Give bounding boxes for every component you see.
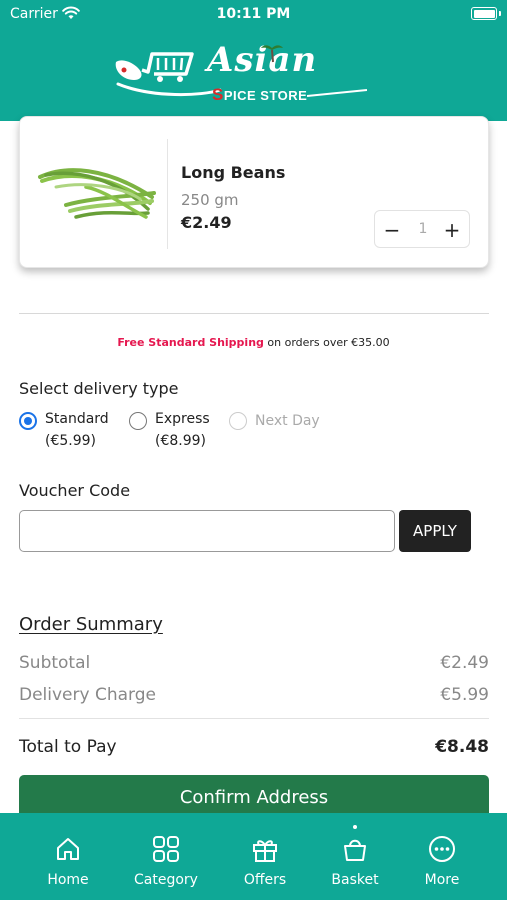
total-label: Total to Pay [19, 737, 117, 757]
summary-divider [19, 718, 489, 719]
radio-express[interactable] [129, 412, 147, 430]
increase-quantity-button[interactable]: + [442, 218, 462, 242]
total-value: €8.48 [435, 737, 489, 757]
more-icon [429, 836, 455, 862]
free-shipping-note: Free Standard Shipping on orders over €3… [0, 336, 507, 349]
status-time: 10:11 PM [216, 6, 291, 22]
voucher-code-title: Voucher Code [19, 481, 131, 500]
subtotal-label: Subtotal [19, 653, 91, 673]
total-row: Total to Pay €8.48 [19, 737, 489, 757]
tab-more-label: More [424, 872, 460, 888]
logo-cart-icon [115, 52, 222, 97]
delivery-type-options: Standard (€5.99) Express (€8.99) Next Da… [19, 410, 489, 452]
order-summary-title: Order Summary [19, 614, 163, 635]
app-header: Carrier 10:11 PM Asian SPICE STORE [0, 0, 507, 121]
option-express-price: (€8.99) [155, 433, 207, 449]
store-logo: Asian SPICE STORE [112, 40, 367, 106]
divider [19, 313, 489, 314]
free-shipping-highlight: Free Standard Shipping [117, 336, 264, 349]
product-weight: 250 gm [181, 191, 239, 209]
tab-home-label: Home [47, 872, 89, 888]
delivery-type-title: Select delivery type [19, 379, 179, 398]
tab-basket[interactable]: Basket [310, 813, 400, 900]
tab-category-label: Category [134, 872, 198, 888]
tab-offers[interactable]: Offers [220, 813, 310, 900]
free-shipping-text: on orders over €35.00 [263, 336, 390, 349]
delivery-charge-label: Delivery Charge [19, 685, 156, 705]
tab-basket-label: Basket [331, 872, 379, 888]
product-price: €2.49 [181, 213, 232, 232]
basket-icon [344, 839, 366, 861]
voucher-code-input[interactable] [19, 510, 395, 552]
tab-offers-label: Offers [243, 872, 287, 888]
gift-icon [253, 840, 277, 862]
logo-subtitle: SPICE STORE [212, 85, 308, 104]
logo-swoosh [307, 89, 367, 97]
product-image-long-beans [38, 168, 156, 219]
card-divider [167, 139, 168, 249]
tab-category[interactable]: Category [121, 813, 211, 900]
subtotal-row: Subtotal €2.49 [19, 653, 489, 673]
cart-item-card: Long Beans 250 gm €2.49 − 1 + [19, 116, 489, 268]
option-express-label[interactable]: Express [155, 411, 210, 427]
battery-icon [471, 7, 497, 20]
delivery-charge-value: €5.99 [440, 685, 489, 705]
product-name: Long Beans [181, 163, 286, 182]
palm-tree-icon [261, 45, 283, 63]
tab-more[interactable]: More [397, 813, 487, 900]
apply-voucher-button[interactable]: APPLY [399, 510, 471, 552]
radio-next-day [229, 412, 247, 430]
home-icon [57, 838, 79, 860]
quantity-stepper: − 1 + [374, 210, 470, 248]
active-tab-indicator [353, 825, 357, 829]
battery-tip [499, 11, 501, 16]
bottom-tab-bar: Home Category Offers Basket More [0, 813, 507, 900]
status-bar: Carrier 10:11 PM [0, 0, 507, 30]
subtotal-value: €2.49 [440, 653, 489, 673]
radio-standard[interactable] [19, 412, 37, 430]
option-standard-label[interactable]: Standard [45, 411, 109, 427]
category-icon [153, 836, 179, 862]
delivery-charge-row: Delivery Charge €5.99 [19, 685, 489, 705]
option-next-day-label: Next Day [255, 413, 320, 429]
tab-home[interactable]: Home [23, 813, 113, 900]
option-standard-price: (€5.99) [45, 433, 97, 449]
